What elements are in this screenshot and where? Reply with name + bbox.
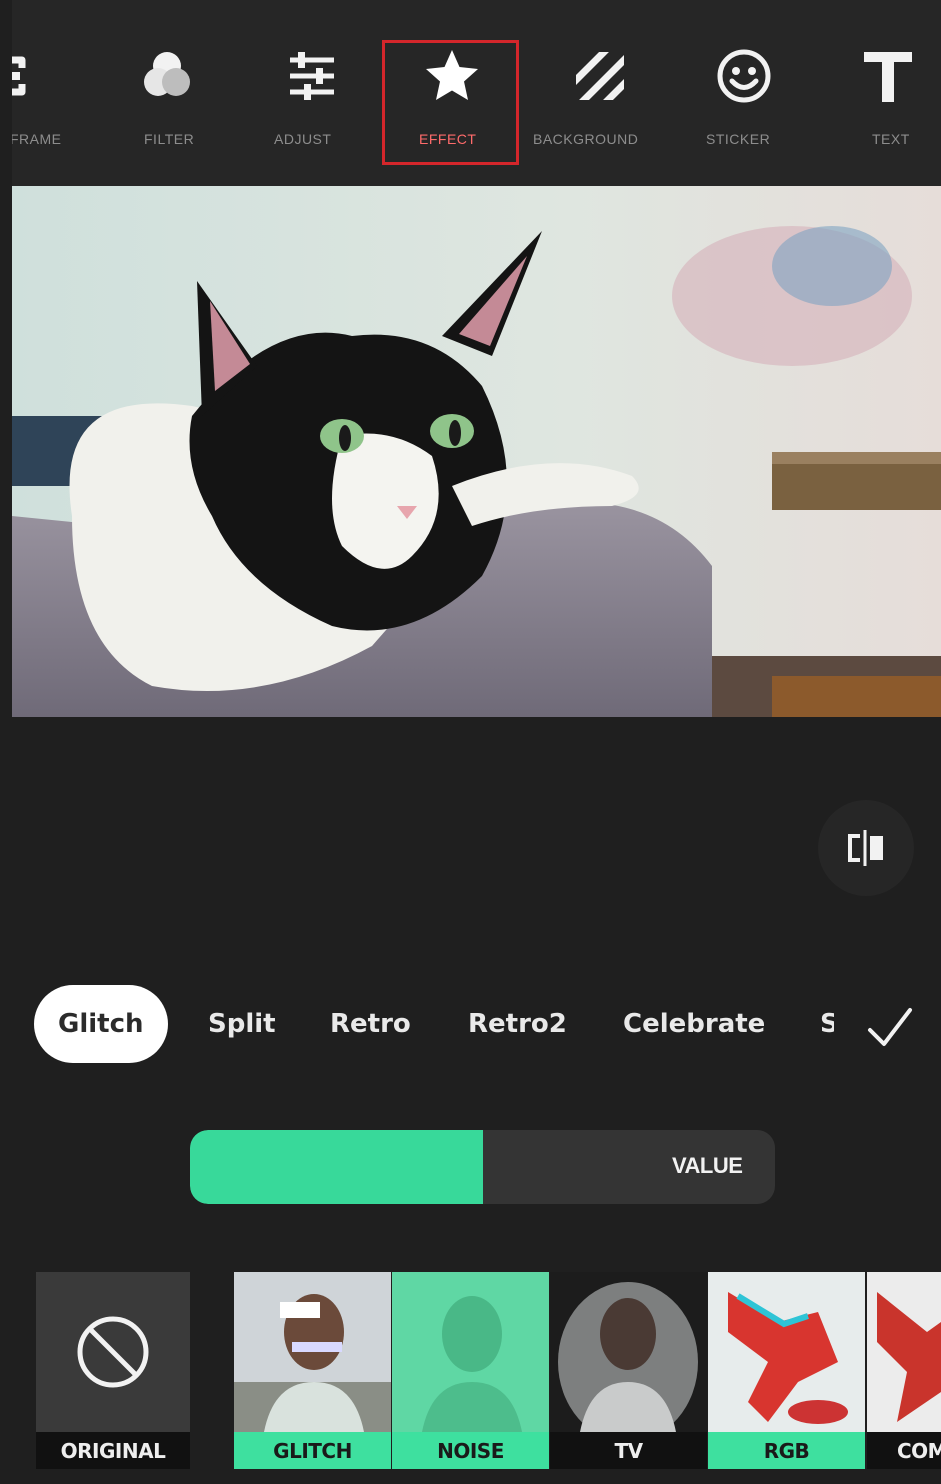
tool-effect[interactable]: EFFECT	[392, 0, 512, 186]
effect-label-com: COM	[867, 1432, 941, 1469]
compare-icon	[848, 830, 883, 866]
tool-bar: FRAME FILTER ADJUST EFFECT BACKGROUND ST…	[12, 0, 941, 186]
category-tab-split[interactable]: Split	[208, 985, 276, 1063]
slider-fill	[190, 1130, 483, 1204]
category-tab-celebrate[interactable]: Celebrate	[623, 985, 765, 1063]
compare-button[interactable]	[818, 800, 914, 896]
no-effect-icon	[77, 1316, 149, 1388]
category-tab-glitch[interactable]: Glitch	[34, 985, 168, 1063]
tool-label-effect: EFFECT	[419, 131, 477, 147]
effect-label-rgb: RGB	[708, 1432, 865, 1469]
star-icon	[420, 44, 484, 108]
effect-label-original: ORIGINAL	[36, 1432, 190, 1469]
effect-tv[interactable]: TV	[550, 1272, 707, 1469]
com-thumbnail	[867, 1272, 941, 1432]
tool-adjust[interactable]: ADJUST	[258, 0, 368, 186]
effect-original[interactable]: ORIGINAL	[36, 1272, 190, 1469]
noise-thumbnail	[392, 1272, 549, 1432]
effect-glitch[interactable]: GLITCH	[234, 1272, 391, 1469]
tool-label-filter: FILTER	[144, 131, 195, 147]
slider-label: VALUE	[672, 1153, 743, 1178]
tool-label-text: TEXT	[872, 131, 910, 147]
tool-filter[interactable]: FILTER	[112, 0, 222, 186]
check-icon[interactable]	[864, 1002, 916, 1054]
effect-category-tabs: Glitch Split Retro Retro2 Celebrate S	[12, 985, 941, 1075]
effect-label-noise: NOISE	[392, 1432, 549, 1469]
adjust-sliders-icon	[280, 44, 344, 108]
photo-canvas[interactable]	[12, 186, 941, 717]
effect-noise[interactable]: NOISE	[392, 1272, 549, 1469]
tv-thumbnail	[550, 1272, 707, 1432]
tool-sticker[interactable]: STICKER	[688, 0, 798, 186]
frame-icon	[12, 44, 40, 108]
smiley-icon	[712, 44, 776, 108]
effect-com[interactable]: COM	[867, 1272, 941, 1469]
glitch-thumbnail	[234, 1272, 391, 1432]
value-slider[interactable]: VALUE	[190, 1130, 775, 1204]
effect-rgb[interactable]: RGB	[708, 1272, 865, 1469]
text-t-icon	[856, 44, 920, 108]
stripes-icon	[568, 44, 632, 108]
tool-label-background: BACKGROUND	[533, 131, 639, 147]
category-tab-more[interactable]: S	[820, 985, 834, 1063]
tool-label-adjust: ADJUST	[274, 131, 332, 147]
photo-editor-screen: FRAME FILTER ADJUST EFFECT BACKGROUND ST…	[12, 0, 941, 1484]
tool-label-sticker: STICKER	[706, 131, 771, 147]
tool-background[interactable]: BACKGROUND	[528, 0, 678, 186]
effect-label-glitch: GLITCH	[234, 1432, 391, 1469]
effect-thumbnails: ORIGINAL GLITCH NOISE TV RGB COM	[12, 1272, 941, 1472]
tool-label-frame: FRAME	[12, 131, 62, 147]
rgb-thumbnail	[708, 1272, 865, 1432]
category-tab-retro[interactable]: Retro	[330, 985, 411, 1063]
filter-icon	[135, 44, 199, 108]
cat-photo	[12, 186, 941, 717]
tool-frame[interactable]: FRAME	[12, 0, 92, 186]
effect-label-tv: TV	[550, 1432, 707, 1469]
tool-text[interactable]: TEXT	[842, 0, 941, 186]
category-tab-retro2[interactable]: Retro2	[468, 985, 567, 1063]
